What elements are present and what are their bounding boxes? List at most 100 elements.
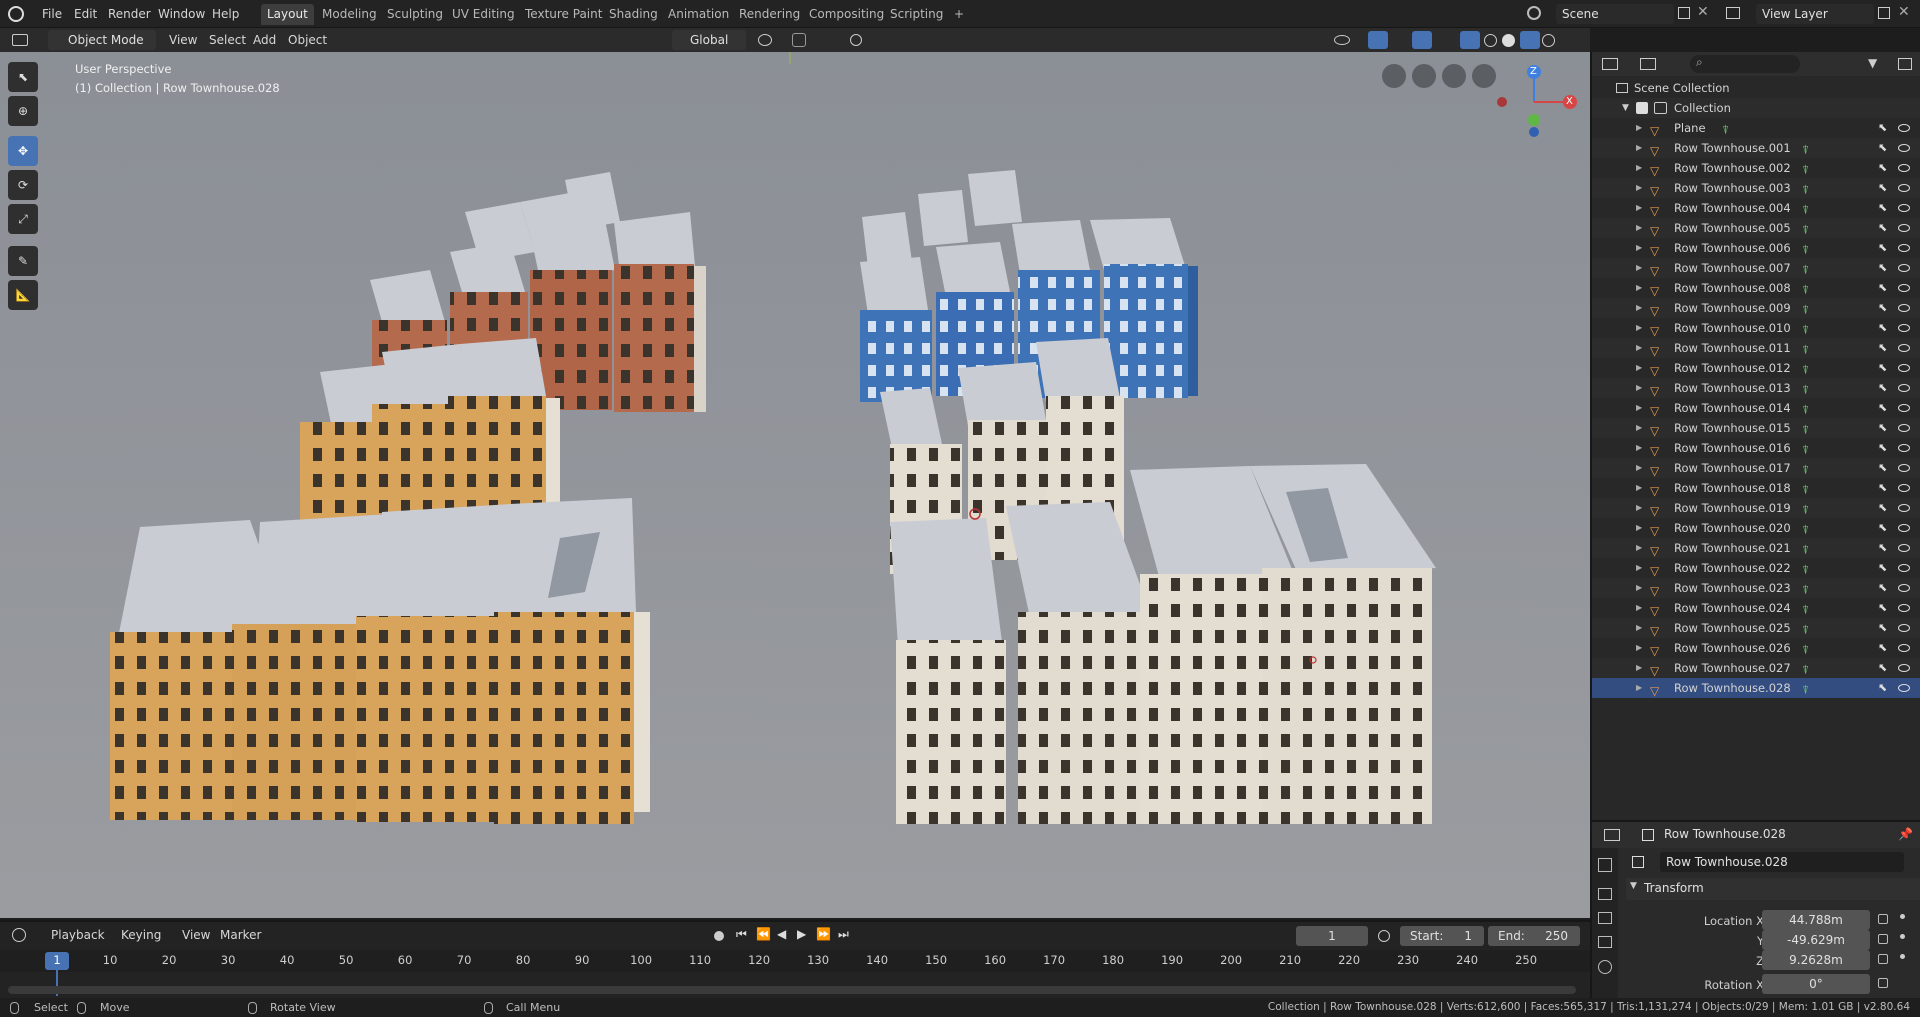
eye-icon[interactable] [1898,284,1910,292]
menu-view[interactable]: View [164,31,202,50]
outliner-row-object[interactable]: ▶ ▽ Row Townhouse.021 ⍒ ⬉ [1592,538,1920,558]
menu-file[interactable]: File [38,5,66,23]
editor-type-icon[interactable] [12,34,28,46]
view-layer-icon[interactable] [1726,7,1740,19]
move-tool[interactable]: ✥ [8,136,38,166]
selectable-arrow-icon[interactable]: ⬉ [1878,118,1887,138]
menu-select[interactable]: Select [204,31,251,50]
selectable-arrow-icon[interactable]: ⬉ [1878,598,1887,618]
disclosure-triangle-icon[interactable]: ▶ [1636,418,1642,438]
visibility-icon[interactable] [1334,35,1350,45]
outliner-row-object[interactable]: ▶ ▽ Row Townhouse.017 ⍒ ⬉ [1592,458,1920,478]
properties-editor-icon[interactable] [1604,829,1620,841]
keyframe-z-icon[interactable] [1900,954,1905,959]
selectable-arrow-icon[interactable]: ⬉ [1878,198,1887,218]
disclosure-triangle-icon[interactable]: ▶ [1636,658,1642,678]
scene-tab-icon[interactable] [1598,960,1612,974]
lock-x-icon[interactable] [1878,914,1888,924]
menu-window[interactable]: Window [154,5,209,23]
eye-icon[interactable] [1898,544,1910,552]
location-y-field[interactable]: -49.629m [1762,930,1870,950]
selectable-arrow-icon[interactable]: ⬉ [1878,378,1887,398]
selectable-arrow-icon[interactable]: ⬉ [1878,578,1887,598]
outliner-row-object[interactable]: ▶ ▽ Row Townhouse.018 ⍒ ⬉ [1592,478,1920,498]
outliner-row-collection[interactable]: ▼ Collection [1592,98,1920,118]
outliner-row-object[interactable]: ▶ ▽ Row Townhouse.026 ⍒ ⬉ [1592,638,1920,658]
selectable-arrow-icon[interactable]: ⬉ [1878,238,1887,258]
selectable-arrow-icon[interactable]: ⬉ [1878,498,1887,518]
outliner-row-object[interactable]: ▶ ▽ Row Townhouse.023 ⍒ ⬉ [1592,578,1920,598]
new-scene-icon[interactable] [1678,7,1690,19]
annotate-tool[interactable]: ✎ [8,246,38,276]
selectable-arrow-icon[interactable]: ⬉ [1878,318,1887,338]
eye-icon[interactable] [1898,364,1910,372]
rotate-tool[interactable]: ⟳ [8,170,38,200]
scale-tool[interactable]: ⤢ [8,204,38,234]
outliner-row-object[interactable]: ▶ ▽ Row Townhouse.014 ⍒ ⬉ [1592,398,1920,418]
toggle-camera-view-icon[interactable] [1382,64,1406,88]
lock-z-icon[interactable] [1878,954,1888,964]
eye-icon[interactable] [1898,604,1910,612]
transform-panel-header[interactable]: ▼ Transform [1626,878,1920,900]
outliner-row-scene-collection[interactable]: Scene Collection [1592,78,1920,98]
disclosure-triangle-icon[interactable]: ▶ [1636,478,1642,498]
disclosure-triangle-icon[interactable]: ▶ [1636,378,1642,398]
disclosure-triangle-icon[interactable]: ▶ [1636,458,1642,478]
render-tab-icon[interactable] [1598,888,1612,900]
add-workspace-button[interactable]: + [948,4,970,25]
selectable-arrow-icon[interactable]: ⬉ [1878,138,1887,158]
outliner-row-object[interactable]: ▶ ▽ Row Townhouse.006 ⍒ ⬉ [1592,238,1920,258]
selectable-arrow-icon[interactable]: ⬉ [1878,618,1887,638]
new-collection-icon[interactable] [1898,58,1912,70]
outliner-row-object[interactable]: ▶ ▽ Row Townhouse.003 ⍒ ⬉ [1592,178,1920,198]
selectable-arrow-icon[interactable]: ⬉ [1878,678,1887,698]
eye-icon[interactable] [1898,644,1910,652]
outliner-row-object[interactable]: ▶ ▽ Row Townhouse.001 ⍒ ⬉ [1592,138,1920,158]
selectable-arrow-icon[interactable]: ⬉ [1878,258,1887,278]
eye-icon[interactable] [1898,184,1910,192]
outliner-row-object[interactable]: ▶ ▽ Row Townhouse.007 ⍒ ⬉ [1592,258,1920,278]
select-box-tool[interactable]: ⬉ [8,62,38,92]
pan-hand-icon[interactable] [1442,64,1466,88]
selectable-arrow-icon[interactable]: ⬉ [1878,418,1887,438]
scene-selector[interactable]: Scene [1556,4,1674,24]
tab-compositing[interactable]: Compositing [803,4,890,25]
location-x-field[interactable]: 44.788m [1762,910,1870,930]
outliner-search-input[interactable]: ⌕ [1690,55,1800,73]
menu-add[interactable]: Add [248,31,281,50]
tab-rendering[interactable]: Rendering [733,4,806,25]
eye-icon[interactable] [1898,264,1910,272]
eye-icon[interactable] [1898,244,1910,252]
eye-icon[interactable] [1898,464,1910,472]
play-reverse-icon[interactable]: ◀ [777,927,786,941]
disclosure-triangle-icon[interactable]: ▶ [1636,338,1642,358]
selectable-arrow-icon[interactable]: ⬉ [1878,398,1887,418]
menu-help[interactable]: Help [208,5,243,23]
pin-icon[interactable]: 📌 [1898,827,1913,841]
start-frame-field[interactable]: Start: 1 [1400,926,1484,946]
eye-icon[interactable] [1898,324,1910,332]
selectable-arrow-icon[interactable]: ⬉ [1878,638,1887,658]
outliner-row-object[interactable]: ▶ ▽ Row Townhouse.028 ⍒ ⬉ [1592,678,1920,698]
disclosure-triangle-icon[interactable]: ▶ [1636,538,1642,558]
eye-icon[interactable] [1898,664,1910,672]
eye-icon[interactable] [1898,224,1910,232]
delete-scene-icon[interactable]: ✕ [1697,4,1709,20]
location-z-field[interactable]: 9.2628m [1762,950,1870,970]
marker-menu[interactable]: Marker [215,926,266,945]
outliner-editor-icon[interactable] [1602,58,1618,70]
disclosure-triangle-icon[interactable]: ▶ [1636,638,1642,658]
selectable-arrow-icon[interactable]: ⬉ [1878,338,1887,358]
disclosure-triangle-icon[interactable]: ▶ [1636,578,1642,598]
disclosure-triangle-icon[interactable]: ▶ [1636,558,1642,578]
outliner-row-object[interactable]: ▶ ▽ Row Townhouse.002 ⍒ ⬉ [1592,158,1920,178]
outliner-row-object[interactable]: ▶ ▽ Row Townhouse.019 ⍒ ⬉ [1592,498,1920,518]
view-layer-selector[interactable]: View Layer [1756,4,1874,24]
selectable-arrow-icon[interactable]: ⬉ [1878,478,1887,498]
scene-icon[interactable] [1527,6,1541,20]
selectable-arrow-icon[interactable]: ⬉ [1878,178,1887,198]
disclosure-triangle-icon[interactable]: ▶ [1636,598,1642,618]
snap-icon[interactable] [792,33,806,47]
end-frame-field[interactable]: End: 250 [1488,926,1580,946]
eye-icon[interactable] [1898,304,1910,312]
